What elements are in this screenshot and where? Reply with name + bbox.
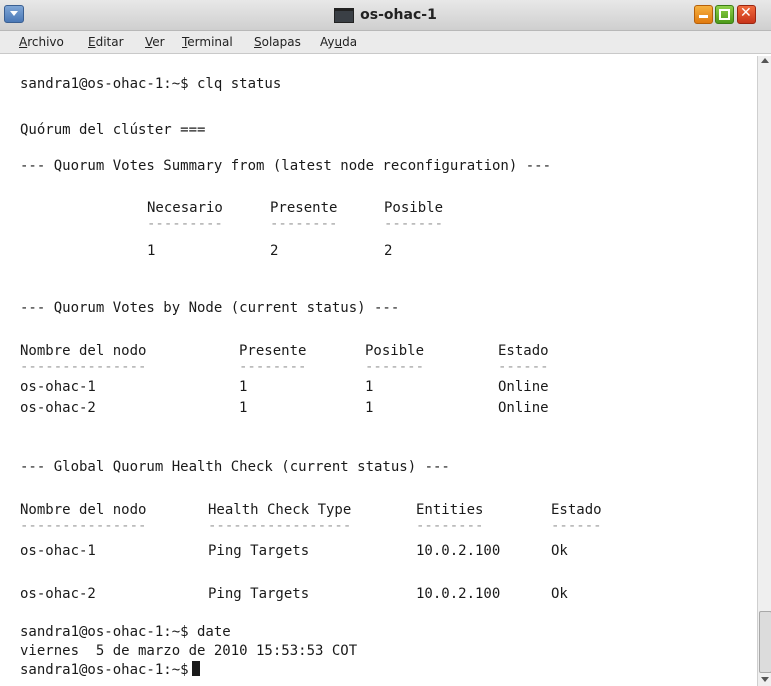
health-dash: ----------------- <box>208 518 352 534</box>
date-output: viernes 5 de marzo de 2010 15:53:53 COT <box>20 643 358 659</box>
by-node-header-estado: Estado <box>498 343 549 359</box>
command-line: sandra1@os-ohac-1:~$ date <box>20 624 231 640</box>
scroll-up-arrow-icon[interactable] <box>761 58 769 63</box>
close-icon: ✕ <box>740 5 752 21</box>
summary-value-necesario: 1 <box>147 243 156 259</box>
health-row-estado: Ok <box>551 543 568 559</box>
health-header-nombre: Nombre del nodo <box>20 502 147 518</box>
command-line: sandra1@os-ohac-1:~$ clq status <box>20 76 282 92</box>
cluster-heading: Quórum del clúster === <box>20 122 206 138</box>
health-row-name: os-ohac-2 <box>20 586 96 602</box>
maximize-icon <box>719 9 730 20</box>
health-row-entities: 10.0.2.100 <box>416 586 501 602</box>
minimize-icon <box>699 15 708 18</box>
by-node-header-posible: Posible <box>365 343 425 359</box>
health-section-header: --- Global Quorum Health Check (current … <box>20 459 450 475</box>
health-header-estado: Estado <box>551 502 602 518</box>
summary-header-presente: Presente <box>270 200 338 216</box>
health-row-estado: Ok <box>551 586 568 602</box>
close-button[interactable]: ✕ <box>737 5 756 24</box>
menu-terminal[interactable]: Terminal <box>182 35 233 49</box>
by-node-header-nombre: Nombre del nodo <box>20 343 147 359</box>
summary-header-posible: Posible <box>384 200 444 216</box>
terminal-icon <box>334 7 355 23</box>
summary-header-necesario: Necesario <box>147 200 223 216</box>
maximize-button[interactable] <box>715 5 734 24</box>
health-row-type: Ping Targets <box>208 543 310 559</box>
summary-dash: -------- <box>270 216 338 232</box>
by-node-row-estado: Online <box>498 379 549 395</box>
summary-dash: ------- <box>384 216 444 232</box>
health-row-entities: 10.0.2.100 <box>416 543 501 559</box>
by-node-dash: --------------- <box>20 359 147 375</box>
menu-solapas[interactable]: Solapas <box>254 35 301 49</box>
health-dash: --------------- <box>20 518 147 534</box>
menu-editar[interactable]: Editar <box>88 35 124 49</box>
by-node-header-presente: Presente <box>239 343 307 359</box>
title-group: os-ohac-1 <box>0 0 771 30</box>
health-row-type: Ping Targets <box>208 586 310 602</box>
vertical-scrollbar[interactable] <box>757 56 771 686</box>
by-node-dash: -------- <box>239 359 307 375</box>
by-node-dash: ------ <box>498 359 549 375</box>
window-title: os-ohac-1 <box>360 7 437 23</box>
menu-archivo[interactable]: Archivo <box>19 35 64 49</box>
menu-bar: Archivo Editar Ver Terminal Solapas Ayud… <box>0 31 771 54</box>
summary-section-header: --- Quorum Votes Summary from (latest no… <box>20 158 552 174</box>
summary-dash: --------- <box>147 216 223 232</box>
health-dash: -------- <box>416 518 484 534</box>
health-header-type: Health Check Type <box>208 502 352 518</box>
summary-value-presente: 2 <box>270 243 279 259</box>
by-node-row-name: os-ohac-2 <box>20 400 96 416</box>
health-dash: ------ <box>551 518 602 534</box>
by-node-row-name: os-ohac-1 <box>20 379 96 395</box>
by-node-row-posible: 1 <box>365 379 374 395</box>
prompt-line: sandra1@os-ohac-1:~$ <box>20 661 200 678</box>
text-cursor <box>191 661 200 676</box>
prompt-text: sandra1@os-ohac-1:~$ <box>20 662 189 678</box>
minimize-button[interactable] <box>694 5 713 24</box>
by-node-row-presente: 1 <box>239 379 248 395</box>
by-node-dash: ------- <box>365 359 425 375</box>
menu-ayuda[interactable]: Ayuda <box>320 35 357 49</box>
by-node-section-header: --- Quorum Votes by Node (current status… <box>20 300 400 316</box>
scroll-down-arrow-icon[interactable] <box>761 677 769 682</box>
terminal-output[interactable]: sandra1@os-ohac-1:~$ clq status Quórum d… <box>6 56 751 684</box>
summary-value-posible: 2 <box>384 243 393 259</box>
title-bar[interactable]: os-ohac-1 ✕ <box>0 0 771 31</box>
by-node-row-presente: 1 <box>239 400 248 416</box>
scrollbar-thumb[interactable] <box>759 611 771 673</box>
by-node-row-estado: Online <box>498 400 549 416</box>
health-header-entities: Entities <box>416 502 484 518</box>
terminal-window: os-ohac-1 ✕ Archivo Editar Ver Terminal … <box>0 0 771 686</box>
menu-ver[interactable]: Ver <box>145 35 165 49</box>
by-node-row-posible: 1 <box>365 400 374 416</box>
health-row-name: os-ohac-1 <box>20 543 96 559</box>
